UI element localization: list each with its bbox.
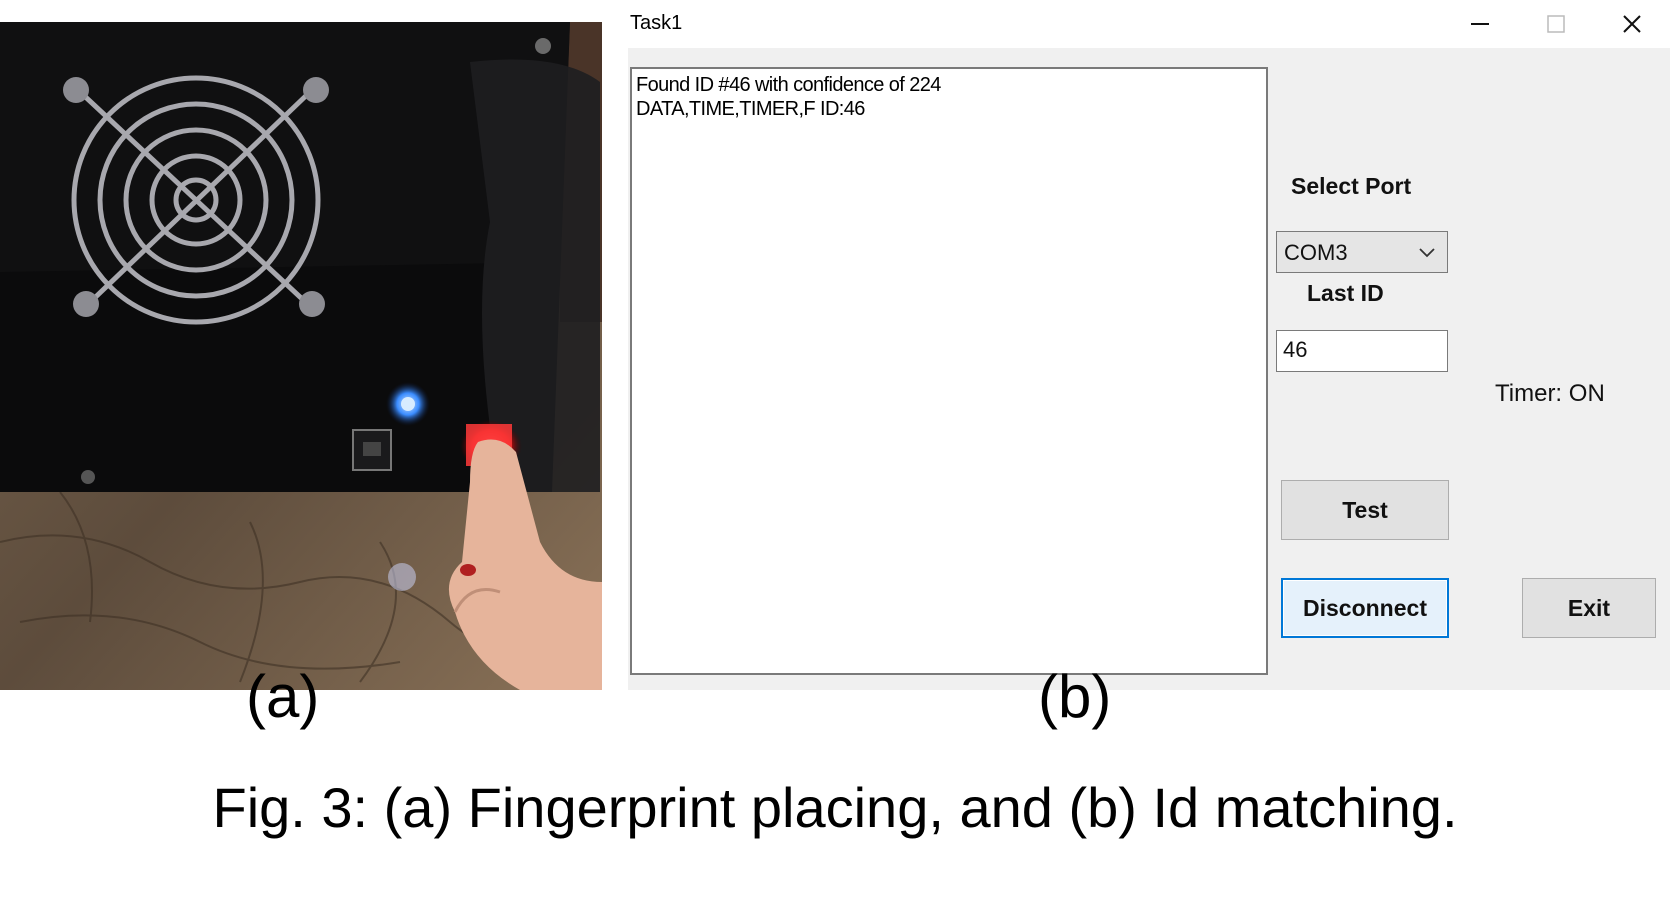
maximize-icon bbox=[1547, 15, 1565, 33]
timer-status: Timer: ON bbox=[1495, 380, 1605, 407]
fingerprint-device-photo bbox=[0, 22, 602, 690]
chevron-down-icon bbox=[1419, 248, 1435, 258]
figure-caption: Fig. 3: (a) Fingerprint placing, and (b)… bbox=[212, 776, 1458, 839]
minimize-icon bbox=[1471, 23, 1489, 25]
window-title: Task1 bbox=[630, 12, 683, 34]
last-id-field[interactable]: 46 bbox=[1276, 330, 1448, 372]
close-icon bbox=[1623, 15, 1641, 33]
port-select[interactable]: COM3 bbox=[1276, 231, 1448, 273]
exit-button[interactable]: Exit bbox=[1522, 578, 1656, 638]
select-port-label: Select Port bbox=[1291, 173, 1412, 199]
panel-b-caption: (b) bbox=[1038, 663, 1112, 730]
test-button[interactable]: Test bbox=[1281, 480, 1449, 540]
close-button[interactable] bbox=[1592, 0, 1670, 48]
app-window: Task1 Found ID #46 with confidence of 22… bbox=[628, 0, 1670, 690]
title-bar: Task1 bbox=[628, 0, 1670, 48]
log-line: Found ID #46 with confidence of 224 bbox=[636, 74, 941, 96]
port-select-value: COM3 bbox=[1284, 240, 1348, 265]
log-line: DATA,TIME,TIMER,F ID:46 bbox=[636, 98, 865, 120]
maximize-button[interactable] bbox=[1516, 0, 1596, 48]
minimize-button[interactable] bbox=[1440, 0, 1520, 48]
panel-a-caption: (a) bbox=[246, 663, 320, 730]
disconnect-button[interactable]: Disconnect bbox=[1281, 578, 1449, 638]
log-textarea[interactable]: Found ID #46 with confidence of 224 DATA… bbox=[630, 67, 1268, 675]
last-id-label: Last ID bbox=[1307, 280, 1384, 306]
window-client-area: Found ID #46 with confidence of 224 DATA… bbox=[628, 48, 1670, 690]
